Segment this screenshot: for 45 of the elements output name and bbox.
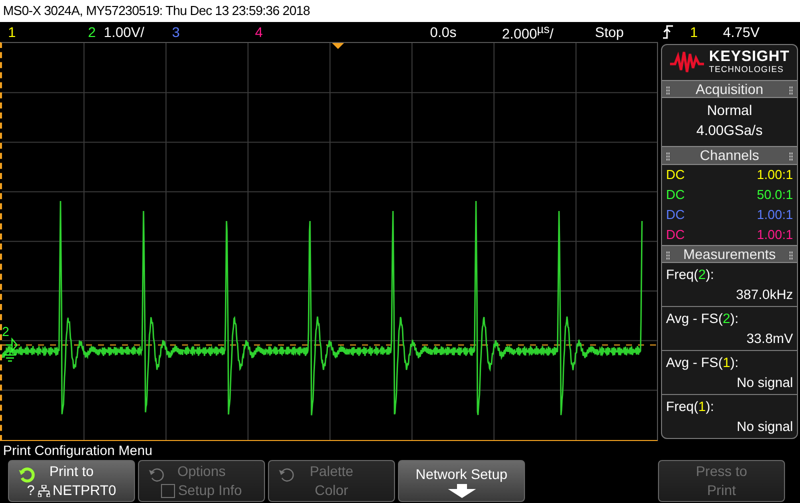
channel-coupling: DC bbox=[666, 226, 685, 244]
measurement-label: Freq(2): bbox=[666, 266, 716, 284]
measurement-value: No signal bbox=[736, 418, 793, 436]
rotate-icon bbox=[279, 467, 295, 483]
vertical-scale: 1.00V/ bbox=[104, 24, 144, 40]
ground-marker-label: 2 bbox=[2, 324, 10, 339]
logo-subtitle: TECHNOLOGIES bbox=[709, 64, 785, 76]
sample-rate: 4.00GSa/s bbox=[696, 121, 763, 140]
probe-ratio: 50.0:1 bbox=[756, 186, 793, 204]
measurement-label: Freq(1): bbox=[666, 398, 716, 416]
measurement-value: No signal bbox=[736, 374, 793, 392]
softkey[interactable]: Print to ? NETPRT0 bbox=[8, 460, 135, 502]
trigger-source: 1 bbox=[690, 24, 698, 40]
channel-label[interactable]: 3 bbox=[172, 24, 180, 40]
channel-coupling: DC bbox=[666, 166, 685, 184]
logo-brand: KEYSIGHT bbox=[709, 49, 790, 64]
section-header: Measurements bbox=[662, 244, 797, 263]
section-header: Acquisition bbox=[662, 80, 797, 98]
channel-label[interactable]: 4 bbox=[255, 24, 263, 40]
menu-title: Print Configuration Menu bbox=[2, 442, 154, 460]
measurement-label: Avg - FS(1): bbox=[666, 354, 740, 372]
probe-ratio: 1.00:1 bbox=[756, 206, 793, 224]
timebase-reading: 2.000$^{µs}$/ bbox=[502, 22, 554, 42]
probe-ratio: 1.00:1 bbox=[756, 166, 793, 184]
softkey[interactable]: Network Setup bbox=[398, 460, 525, 502]
delay-reading: 0.0s bbox=[430, 24, 456, 40]
channel-coupling: DC bbox=[666, 186, 685, 204]
acquisition-mode: Normal bbox=[706, 101, 752, 120]
probe-ratio: 1.00:1 bbox=[756, 226, 793, 244]
trigger-level-reading: 4.75V bbox=[723, 24, 760, 40]
measurement-label: Avg - FS(2): bbox=[666, 310, 740, 328]
measurement-value: 387.0kHz bbox=[736, 286, 793, 304]
wave-logo-icon bbox=[670, 50, 704, 74]
down-arrow-icon bbox=[448, 484, 476, 498]
section-header: Channels bbox=[662, 146, 797, 165]
rotate-icon bbox=[19, 467, 35, 483]
channel-label[interactable]: 1 bbox=[8, 24, 16, 40]
measurement-value: 33.8mV bbox=[746, 330, 793, 348]
run-state: Stop bbox=[595, 24, 624, 40]
trigger-position-marker bbox=[332, 43, 344, 49]
window-title: MS0-X 3024A, MY57230519: Thu Dec 13 23:59:36 2018 bbox=[0, 0, 800, 22]
channel-label[interactable]: 2 bbox=[88, 24, 96, 40]
rotate-icon bbox=[149, 467, 165, 483]
channel-coupling: DC bbox=[666, 206, 685, 224]
network-icon bbox=[38, 484, 50, 496]
